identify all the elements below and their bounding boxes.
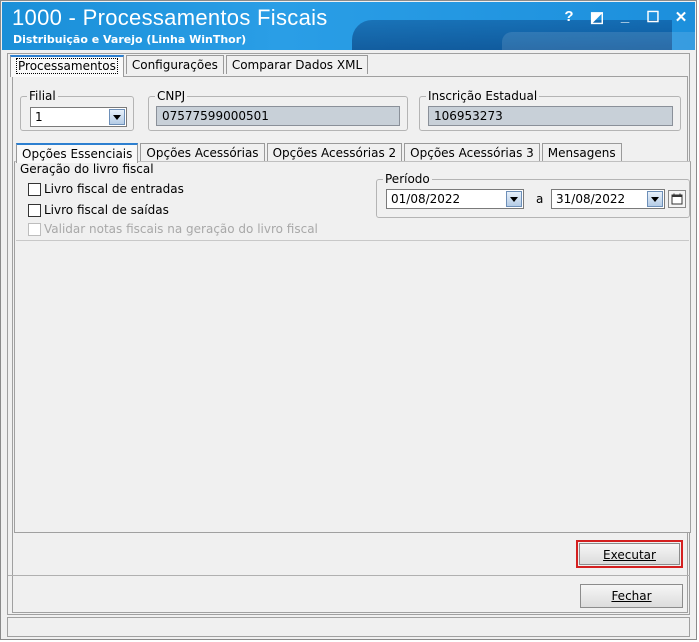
minimize-icon[interactable]: _ <box>617 8 633 26</box>
tab-mensagens[interactable]: Mensagens <box>541 143 622 161</box>
periodo-separator: a <box>536 192 544 206</box>
checkbox-box <box>28 222 41 236</box>
validar-notas-checkbox: Validar notas fiscais na geração do livr… <box>28 221 318 237</box>
filial-legend: Filial <box>29 89 56 103</box>
livro-entradas-checkbox[interactable]: Livro fiscal de entradas <box>28 181 184 197</box>
chevron-down-icon[interactable] <box>647 191 663 207</box>
executar-label: Executar <box>603 548 656 562</box>
window-controls: ? ◩ _ ☐ ✕ <box>561 8 689 26</box>
title-bar-decoration-2 <box>502 32 695 50</box>
checkbox-label: Validar notas fiscais na geração do livr… <box>44 222 318 236</box>
periodo-start-date[interactable]: 01/08/2022 <box>386 189 524 209</box>
tab-comparar-dados-xml[interactable]: Comparar Dados XML <box>225 55 369 74</box>
window-title: 1000 - Processamentos Fiscais <box>12 5 328 30</box>
cnpj-field[interactable]: 07577599000501 <box>156 106 400 126</box>
tab-opcoes-essenciais[interactable]: Opções Essenciais <box>16 143 139 163</box>
filial-value: 1 <box>35 110 43 124</box>
inscricao-field[interactable]: 106953273 <box>428 106 673 126</box>
top-tab-bar: Processamentos Configurações Comparar Da… <box>10 55 370 77</box>
checkbox-label: Livro fiscal de entradas <box>44 182 184 196</box>
fechar-label: Fechar <box>611 589 652 603</box>
title-bar: 1000 - Processamentos Fiscais Distribuiç… <box>2 2 695 50</box>
fechar-button[interactable]: Fechar <box>580 584 683 608</box>
tab-opcoes-acessorias[interactable]: Opções Acessórias <box>140 143 265 161</box>
window-subtitle: Distribuição e Varejo (Linha WinThor) <box>13 33 247 46</box>
chevron-down-icon[interactable] <box>109 109 125 125</box>
footer-separator <box>8 575 690 576</box>
tab-opcoes-acessorias-2[interactable]: Opções Acessórias 2 <box>266 143 403 161</box>
livro-saidas-checkbox[interactable]: Livro fiscal de saídas <box>28 202 169 218</box>
periodo-end-value: 31/08/2022 <box>556 192 626 206</box>
restore-icon[interactable]: ◩ <box>589 8 605 26</box>
tab-processamentos[interactable]: Processamentos <box>10 55 124 77</box>
calendar-icon[interactable] <box>668 190 686 208</box>
geracao-section-label: Geração do livro fiscal <box>20 162 154 176</box>
cnpj-legend: CNPJ <box>157 89 186 103</box>
tab-label: Processamentos <box>16 58 118 74</box>
executar-button[interactable]: Executar <box>579 543 680 565</box>
checkbox-label: Livro fiscal de saídas <box>44 203 169 217</box>
status-bar <box>7 617 690 637</box>
periodo-start-value: 01/08/2022 <box>391 192 461 206</box>
maximize-icon[interactable]: ☐ <box>645 8 661 26</box>
calendar-svg <box>671 193 683 205</box>
checkbox-box[interactable] <box>28 203 41 217</box>
inner-tab-bar: Opções Essenciais Opções Acessórias Opçõ… <box>16 143 624 163</box>
periodo-end-date[interactable]: 31/08/2022 <box>551 189 665 209</box>
filial-select[interactable]: 1 <box>30 107 127 127</box>
chevron-down-icon[interactable] <box>506 191 522 207</box>
inscricao-legend: Inscrição Estadual <box>428 89 538 103</box>
periodo-legend: Período <box>385 172 430 186</box>
tab-opcoes-acessorias-3[interactable]: Opções Acessórias 3 <box>404 143 540 161</box>
tab-configuracoes[interactable]: Configurações <box>125 55 224 74</box>
help-icon[interactable]: ? <box>561 8 577 26</box>
close-icon[interactable]: ✕ <box>673 8 689 26</box>
checkbox-box[interactable] <box>28 182 41 196</box>
inner-divider <box>16 240 689 241</box>
